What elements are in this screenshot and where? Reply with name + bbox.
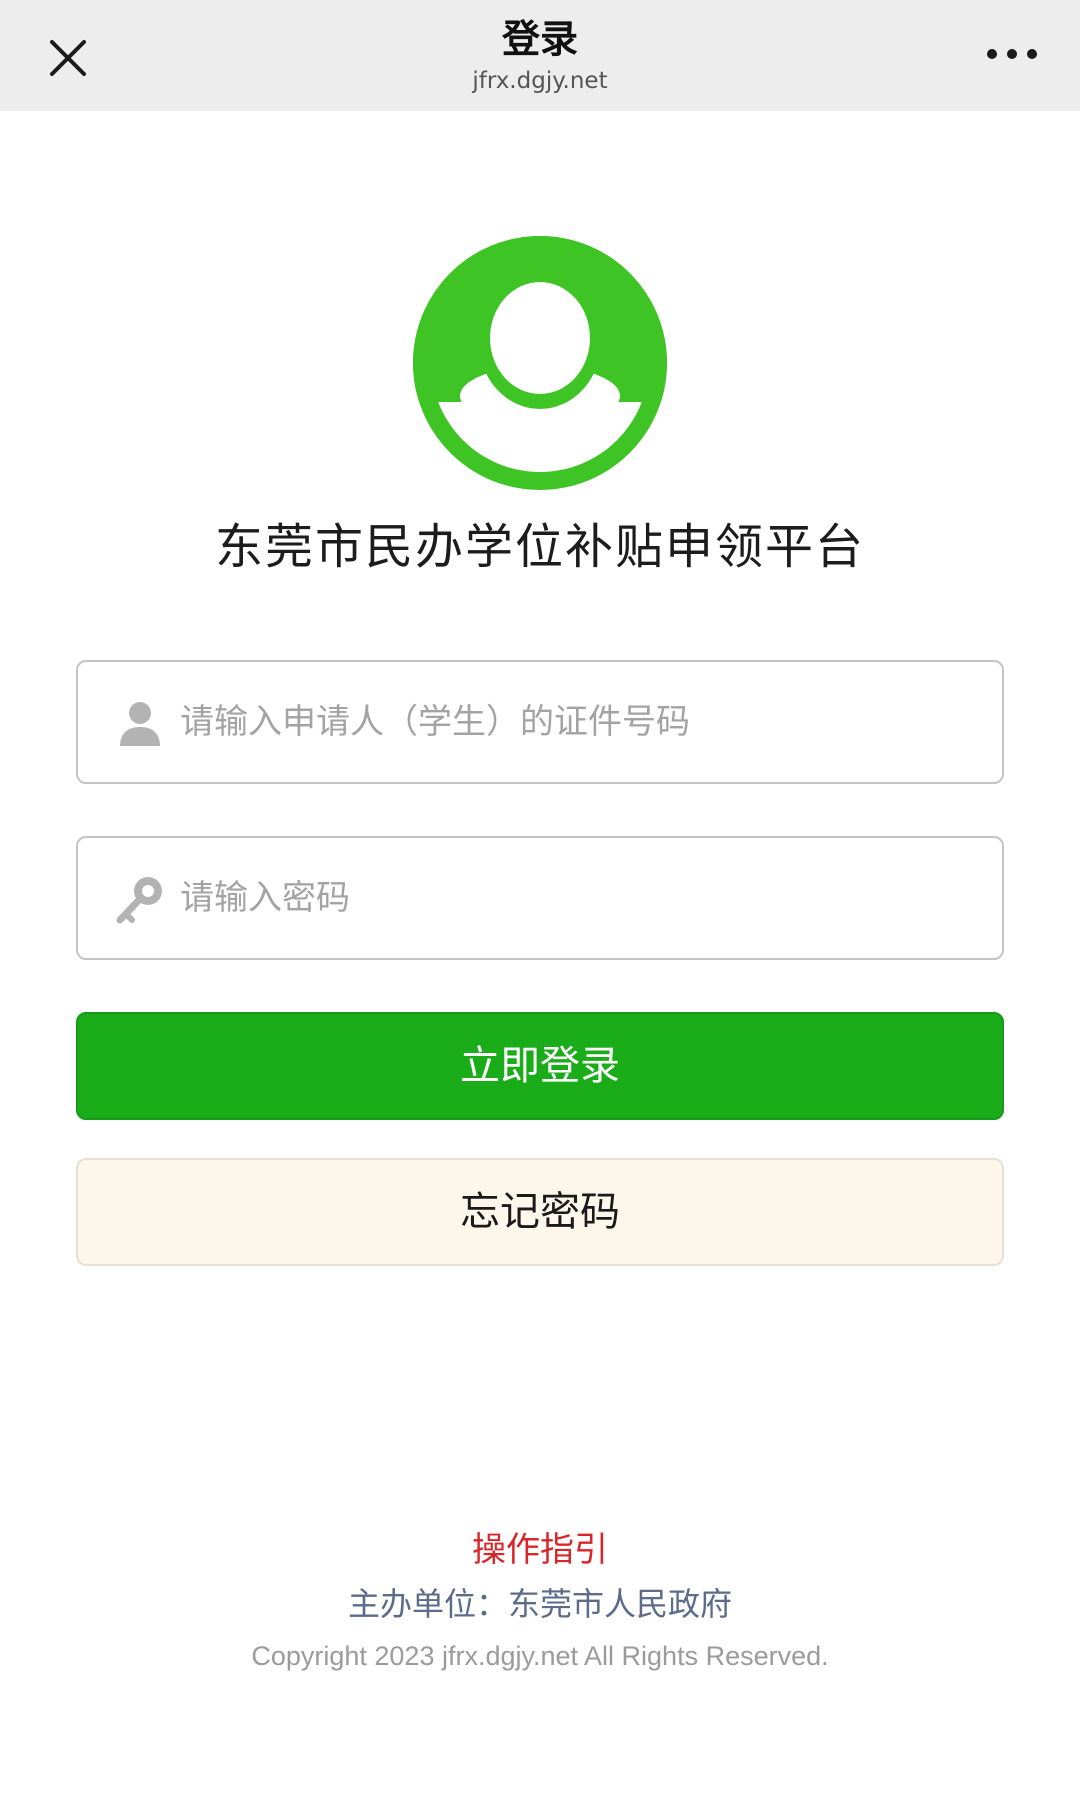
page-title: 登录 [501, 17, 578, 61]
password-field[interactable] [76, 836, 1004, 960]
id-number-field[interactable] [76, 660, 1004, 784]
nav-title-group: 登录 jfrx.dgjy.net [240, 14, 840, 96]
key-icon [114, 874, 166, 926]
login-button[interactable]: 立即登录 [76, 1012, 1004, 1120]
forgot-password-button[interactable]: 忘记密码 [76, 1158, 1004, 1266]
operation-guide-link[interactable]: 操作指引 [240, 1528, 840, 1572]
page-domain: jfrx.dgjy.net [472, 68, 608, 94]
navigation-bar: 登录 jfrx.dgjy.net [0, 0, 1080, 111]
user-icon [114, 698, 166, 750]
platform-title: 东莞市民办学位补贴申领平台 [214, 519, 865, 575]
close-icon[interactable] [40, 30, 96, 86]
id-number-input[interactable] [180, 662, 970, 782]
more-icon[interactable] [982, 36, 1042, 72]
password-input[interactable] [180, 838, 970, 958]
user-avatar-icon [413, 236, 667, 490]
host-organization: 主办单位：东莞市人民政府 [347, 1585, 732, 1623]
copyright-text: Copyright 2023 jfrx.dgjy.net All Rights … [251, 1641, 829, 1671]
